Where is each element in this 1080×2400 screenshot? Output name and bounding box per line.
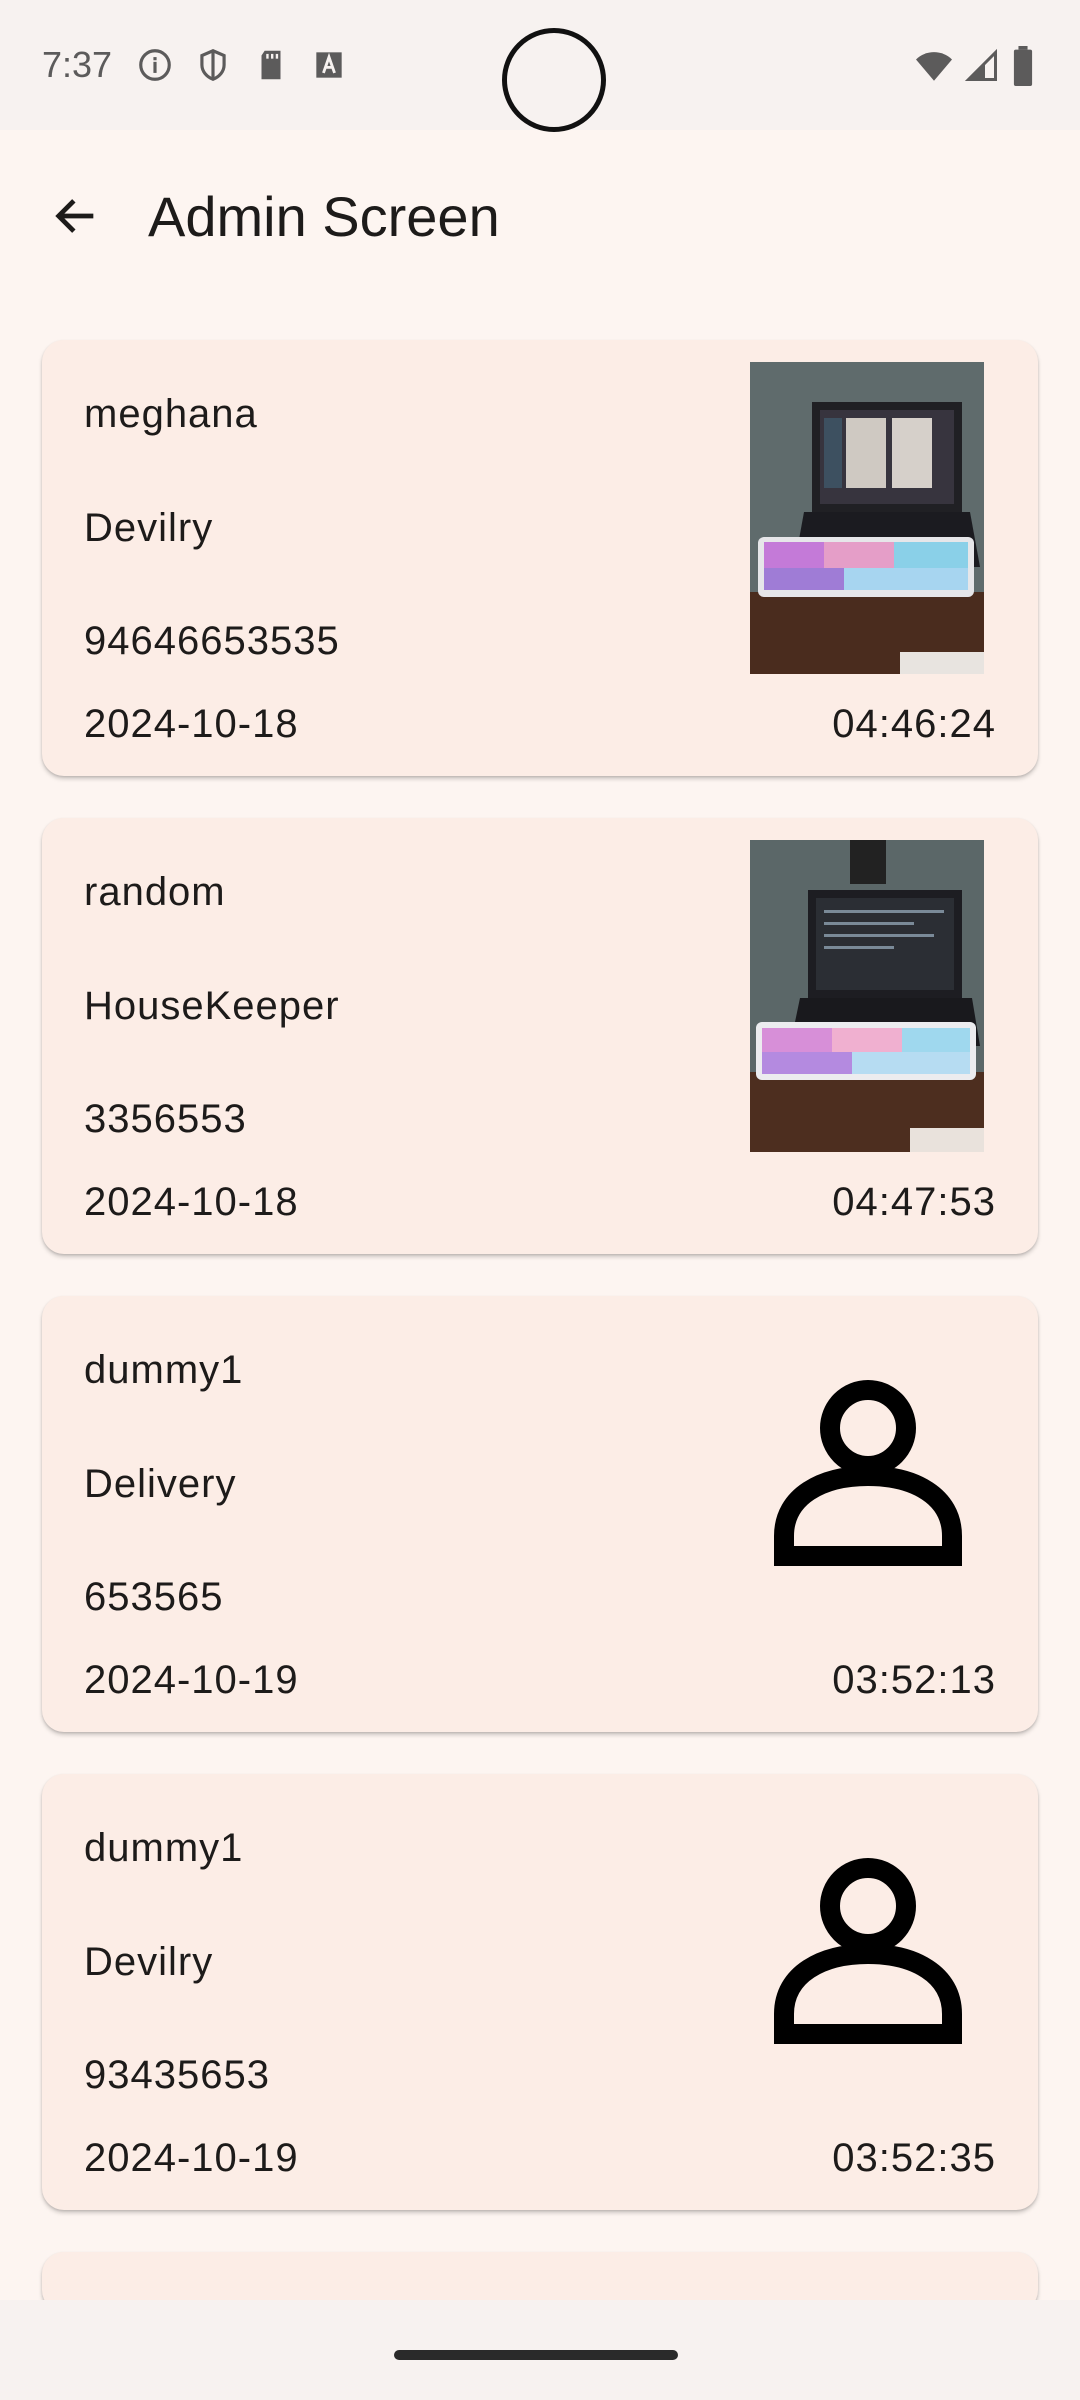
entry-time: 04:47:53 xyxy=(832,1180,996,1224)
entry-name: random xyxy=(84,870,226,914)
entry-time: 03:52:35 xyxy=(832,2136,996,2180)
entry-role: Devilry xyxy=(84,1940,214,1984)
entry-phone: 3356553 xyxy=(84,1097,247,1141)
person-icon xyxy=(774,1380,962,1566)
entry-card[interactable]: random HouseKeeper 3356553 2024-10-18 04… xyxy=(42,818,1038,1254)
laptop-photo xyxy=(750,840,984,1152)
arrow-left-icon xyxy=(55,199,94,233)
entry-date: 2024-10-19 xyxy=(84,1658,299,1702)
entry-date: 2024-10-18 xyxy=(84,702,299,746)
status-bar: 7:37 xyxy=(0,0,1080,132)
wifi-icon xyxy=(916,52,952,81)
person-icon xyxy=(774,1858,962,2044)
page-title: Admin Screen xyxy=(148,185,500,248)
entry-photo xyxy=(750,362,984,674)
status-left-icons xyxy=(136,46,348,84)
camera-cutout xyxy=(502,28,606,132)
entry-phone: 94646653535 xyxy=(84,619,340,663)
battery-icon xyxy=(1013,46,1033,86)
sd-card-icon xyxy=(261,50,281,80)
entry-role: Devilry xyxy=(84,506,214,550)
entry-date: 2024-10-18 xyxy=(84,1180,299,1224)
status-right-icons xyxy=(914,46,1036,86)
status-time: 7:37 xyxy=(42,44,113,85)
entry-phone: 93435653 xyxy=(84,2053,270,2097)
signal-icon xyxy=(964,48,997,81)
entry-name: meghana xyxy=(84,392,258,436)
entry-role: Delivery xyxy=(84,1462,237,1506)
navigation-bar xyxy=(0,2300,1080,2400)
shield-icon xyxy=(200,49,226,81)
entry-time: 04:46:24 xyxy=(832,702,996,746)
entry-card[interactable]: meghana Devilry 94646653535 2024-10-18 0… xyxy=(42,340,1038,776)
entry-card[interactable]: dummy1 Delivery 653565 2024-10-19 03:52:… xyxy=(42,1296,1038,1732)
home-gesture-handle[interactable] xyxy=(394,2350,678,2360)
font-a-icon xyxy=(316,52,342,78)
info-icon xyxy=(139,49,171,81)
entry-role: HouseKeeper xyxy=(84,984,340,1028)
entry-photo xyxy=(750,840,984,1152)
entry-date: 2024-10-19 xyxy=(84,2136,299,2180)
top-app-bar: Admin Screen xyxy=(0,130,1080,310)
entry-name: dummy1 xyxy=(84,1826,244,1870)
entry-card[interactable]: dummy1 Devilry 93435653 2024-10-19 03:52… xyxy=(42,1774,1038,2210)
entry-name: dummy1 xyxy=(84,1348,244,1392)
entry-list[interactable]: meghana Devilry 94646653535 2024-10-18 0… xyxy=(42,340,1038,2312)
back-button[interactable] xyxy=(40,180,112,252)
laptop-photo xyxy=(750,362,984,674)
entry-phone: 653565 xyxy=(84,1575,224,1619)
entry-time: 03:52:13 xyxy=(832,1658,996,1702)
